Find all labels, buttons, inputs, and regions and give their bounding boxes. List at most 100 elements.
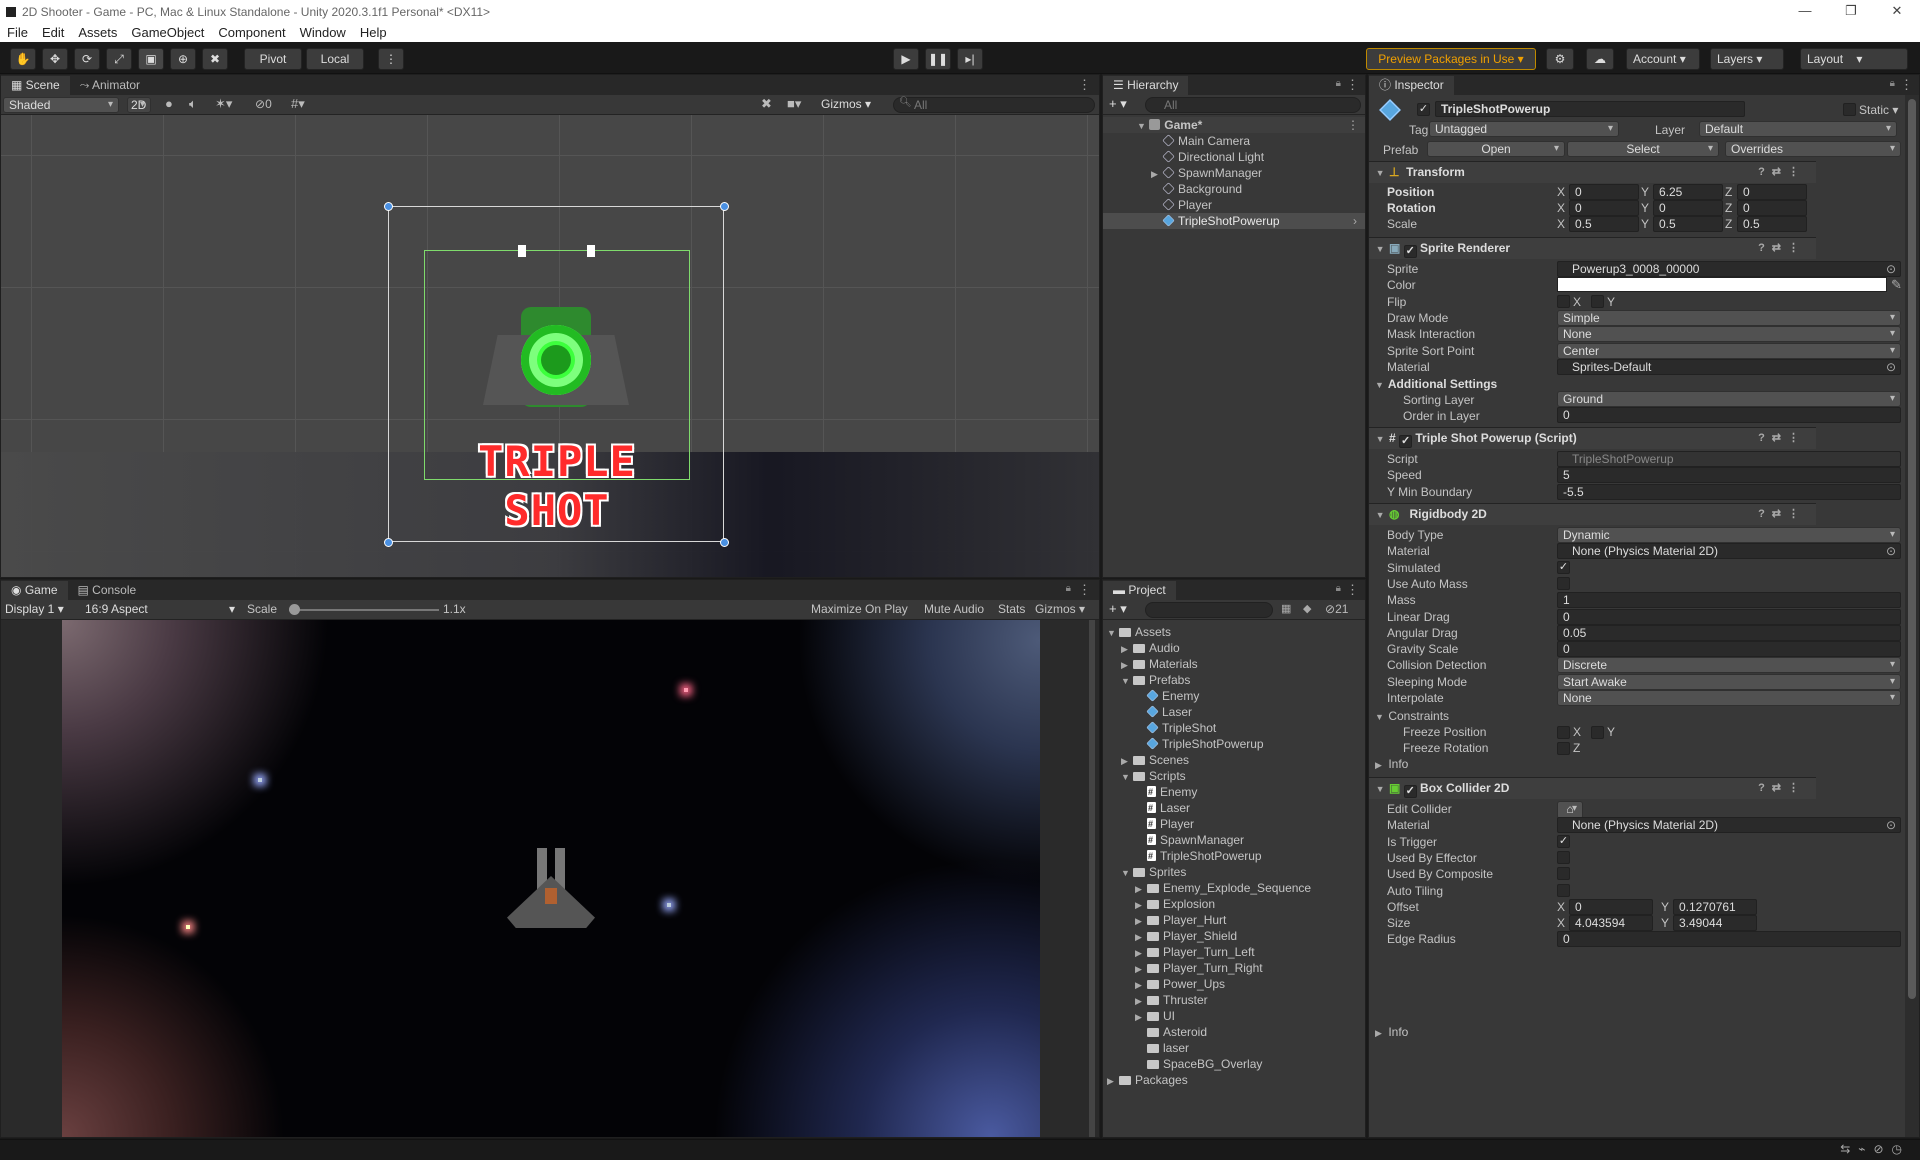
project-prefab-item[interactable]: Laser — [1103, 704, 1365, 720]
script-enabled-checkbox[interactable]: ✓ — [1399, 435, 1413, 448]
project-script-item[interactable]: Laser — [1103, 800, 1365, 816]
project-folder[interactable]: ▼ Scripts — [1103, 768, 1365, 784]
inspector-scrollbar[interactable] — [1905, 95, 1919, 1137]
handle-br[interactable] — [720, 538, 729, 547]
menu-help[interactable]: Help — [353, 25, 394, 40]
project-script-item[interactable]: TripleShotPowerup — [1103, 848, 1365, 864]
mass-input[interactable]: 1 — [1557, 592, 1901, 609]
hierarchy-item[interactable]: ▶ SpawnManager — [1103, 165, 1365, 181]
sprite-object-field[interactable]: Powerup3_0008_00000 ⊙ — [1557, 261, 1901, 277]
edit-collider-button[interactable]: ⌂ — [1557, 801, 1583, 819]
layout-dropdown[interactable]: Layout ▾ — [1800, 48, 1908, 70]
freeze-position-x-checkbox[interactable] — [1557, 726, 1570, 739]
panel-menu-icon[interactable]: ⋮ — [1346, 582, 1359, 598]
project-packages-folder[interactable]: ▶ Packages — [1103, 1072, 1365, 1088]
handle-tl[interactable] — [384, 202, 393, 211]
offset-x-field[interactable]: 0 — [1569, 898, 1653, 915]
linear-drag-input[interactable]: 0 — [1557, 608, 1901, 625]
scale-tool-icon[interactable]: ⤢ — [106, 48, 132, 70]
box-collider-enabled-checkbox[interactable]: ✓ — [1403, 785, 1417, 798]
component-menu-icons[interactable]: ?⇄⋮ — [1758, 238, 1806, 259]
object-picker-icon[interactable]: ⊙ — [1886, 360, 1896, 374]
sprite-renderer-enabled-checkbox[interactable]: ✓ — [1403, 245, 1417, 258]
status-icons[interactable]: ⇆⌁⊘◷ — [1840, 1142, 1910, 1156]
use-auto-mass-checkbox[interactable] — [1557, 576, 1570, 590]
handle-bl[interactable] — [384, 538, 393, 547]
additional-settings-foldout[interactable]: ▼ Additional Settings — [1375, 377, 1497, 391]
material-object-field[interactable]: Sprites-Default ⊙ — [1557, 358, 1901, 375]
filter-type-icon[interactable]: ▦ — [1281, 602, 1291, 615]
order-in-layer-input[interactable]: 0 — [1557, 407, 1901, 423]
camera-icon[interactable]: ■▾ — [787, 96, 801, 112]
sorting-layer-dropdown[interactable]: Ground — [1557, 391, 1901, 407]
draw-mode-dropdown[interactable]: Simple — [1557, 309, 1901, 326]
menu-gameobject[interactable]: GameObject — [124, 25, 211, 40]
hierarchy-item[interactable]: Directional Light — [1103, 149, 1365, 165]
layer-dropdown[interactable]: Default — [1699, 121, 1897, 137]
object-picker-icon[interactable]: ⊙ — [1886, 262, 1896, 276]
project-script-item[interactable]: Player — [1103, 816, 1365, 832]
eyedropper-icon[interactable]: ✎ — [1891, 277, 1902, 293]
tab-animator[interactable]: ⤳ Animator — [69, 76, 151, 95]
project-sprite-item[interactable]: ▶ Player_Turn_Right — [1103, 960, 1365, 976]
project-sprite-item[interactable]: Asteroid — [1103, 1024, 1365, 1040]
mute-audio-toggle[interactable]: Mute Audio — [924, 602, 984, 616]
project-prefab-item[interactable]: Enemy — [1103, 688, 1365, 704]
hierarchy-search-input[interactable]: All — [1145, 97, 1361, 113]
project-script-item[interactable]: SpawnManager — [1103, 832, 1365, 848]
mask-interaction-dropdown[interactable]: None — [1557, 326, 1901, 343]
scale-slider-thumb[interactable] — [288, 604, 300, 615]
hierarchy-scene-root[interactable]: ▼ Game* ⋮ — [1103, 117, 1365, 133]
preview-packages-button[interactable]: Preview Packages in Use ▾ — [1366, 48, 1536, 70]
lock-icon[interactable]: 🔒︎ — [1336, 583, 1341, 594]
interpolate-dropdown[interactable]: None — [1557, 690, 1901, 706]
cloud-icon[interactable]: ☁ — [1586, 48, 1614, 70]
project-sprite-item[interactable]: ▶ UI — [1103, 1008, 1365, 1024]
is-trigger-checkbox[interactable]: ✓ — [1557, 834, 1570, 848]
hand-tool-icon[interactable]: ✋ — [10, 48, 36, 70]
audio-icon[interactable]: 🔈︎ — [189, 96, 197, 112]
project-folder[interactable]: ▼ Sprites — [1103, 864, 1365, 880]
rigidbody-header[interactable]: ▼ ◍ Rigidbody 2D ?⇄⋮ — [1369, 503, 1816, 525]
offset-y-field[interactable]: 0.1270761 — [1673, 898, 1757, 915]
component-menu-icons[interactable]: ?⇄⋮ — [1758, 162, 1806, 183]
panel-menu-icon[interactable]: ⋮ — [1346, 77, 1359, 93]
custom-tool-icon[interactable]: ✖ — [202, 48, 228, 70]
sy-field[interactable]: 0.5 — [1653, 216, 1723, 232]
scale-slider-track[interactable] — [289, 609, 439, 611]
lighting-icon[interactable]: ● — [165, 96, 173, 111]
sz-field[interactable]: 0.5 — [1737, 216, 1807, 232]
collider-info-foldout[interactable]: ▶ Info — [1375, 1025, 1408, 1039]
menu-assets[interactable]: Assets — [71, 25, 124, 40]
panel-menu-icon[interactable]: ⋮ — [1900, 77, 1913, 93]
filter-label-icon[interactable]: ◆ — [1303, 602, 1311, 615]
static-dropdown[interactable]: Static ▾ — [1859, 103, 1898, 117]
object-picker-icon[interactable]: ⊙ — [1886, 818, 1896, 832]
used-by-effector-checkbox[interactable] — [1557, 850, 1570, 864]
project-folder[interactable]: ▶ Audio — [1103, 640, 1365, 656]
scene-search-input[interactable]: All — [893, 97, 1095, 113]
prefab-select-button[interactable]: Select — [1567, 141, 1719, 157]
gravity-scale-input[interactable]: 0 — [1557, 641, 1901, 658]
scene-viewport[interactable]: TRIPLE SHOT — [1, 115, 1099, 577]
project-search-input[interactable] — [1145, 602, 1273, 618]
sprite-sort-point-dropdown[interactable]: Center — [1557, 342, 1901, 359]
project-prefab-item[interactable]: TripleShotPowerup — [1103, 736, 1365, 752]
project-sprite-item[interactable]: ▶ Thruster — [1103, 992, 1365, 1008]
layers-dropdown[interactable]: Layers ▾ — [1710, 48, 1784, 70]
component-menu-icons[interactable]: ?⇄⋮ — [1758, 778, 1806, 799]
mode-2d-toggle[interactable]: 2D — [127, 97, 151, 113]
move-tool-icon[interactable]: ✥ — [42, 48, 68, 70]
pause-button[interactable]: ❚❚ — [925, 48, 951, 70]
used-by-composite-checkbox[interactable] — [1557, 867, 1570, 881]
rigidbody-info-foldout[interactable]: ▶ Info — [1375, 757, 1408, 771]
flip-x-checkbox[interactable] — [1557, 294, 1570, 308]
project-folder[interactable]: ▶ Materials — [1103, 656, 1365, 672]
sprite-renderer-header[interactable]: ▼ ▣ ✓ Sprite Renderer ?⇄⋮ — [1369, 237, 1816, 259]
simulated-checkbox[interactable]: ✓ — [1557, 560, 1570, 574]
lock-icon[interactable]: 🔒︎ — [1336, 78, 1341, 89]
project-sprite-item[interactable]: ▶ Player_Turn_Left — [1103, 944, 1365, 960]
restore-icon[interactable]: ❐ — [1828, 0, 1874, 24]
angular-drag-input[interactable]: 0.05 — [1557, 624, 1901, 641]
project-prefab-item[interactable]: TripleShot — [1103, 720, 1365, 736]
